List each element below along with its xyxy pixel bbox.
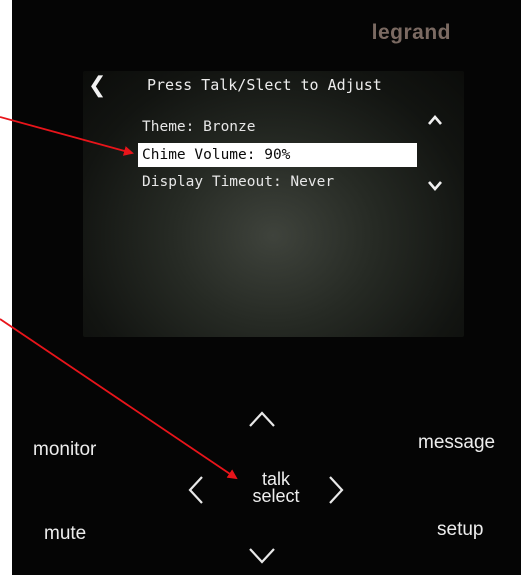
message-button[interactable]: message <box>418 432 495 454</box>
setup-button[interactable]: setup <box>437 519 483 541</box>
brand-logo: legrand <box>371 21 451 44</box>
select-label: select <box>252 486 300 506</box>
monitor-button[interactable]: monitor <box>33 439 96 461</box>
screen-title: Press Talk/Slect to Adjust <box>147 76 382 94</box>
scroll-down-icon[interactable] <box>427 180 443 192</box>
menu-item-theme[interactable]: Theme: Bronze <box>138 115 256 139</box>
scroll-up-icon[interactable] <box>427 114 443 126</box>
lcd-screen <box>83 71 464 337</box>
mute-button[interactable]: mute <box>44 523 86 545</box>
nav-right-icon[interactable] <box>327 475 345 505</box>
menu-item-display-timeout[interactable]: Display Timeout: Never <box>138 170 334 194</box>
back-icon[interactable]: ❮ <box>88 73 106 98</box>
menu-item-chime-volume[interactable]: Chime Volume: 90% <box>138 143 417 167</box>
nav-up-icon[interactable] <box>248 410 276 428</box>
talk-select-button[interactable]: talk select <box>232 470 320 506</box>
screenshot-frame: legrand ❮ Press Talk/Slect to Adjust The… <box>0 0 521 575</box>
nav-left-icon[interactable] <box>187 475 205 505</box>
nav-down-icon[interactable] <box>248 547 276 565</box>
